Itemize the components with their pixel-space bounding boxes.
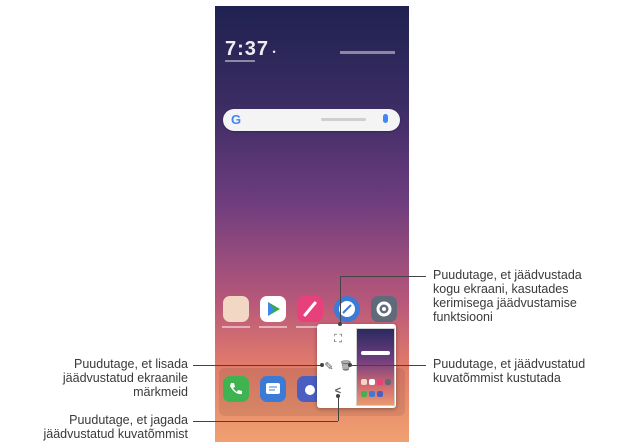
callout-add-marks: Puudutage, et lisada jäädvustatud ekraan… xyxy=(8,357,188,399)
callout-text: Puudutage, et lisada xyxy=(74,357,188,371)
callout-line xyxy=(338,396,339,421)
thumbnail-app-icon xyxy=(369,391,375,397)
callout-text: funktsiooni xyxy=(433,310,493,324)
google-logo-icon: G xyxy=(231,112,242,127)
compass-app-icon[interactable] xyxy=(334,296,360,322)
callout-line xyxy=(193,421,338,422)
thumbnail-app-icon xyxy=(361,391,367,397)
play-store-icon[interactable] xyxy=(260,296,286,322)
app-folder-icon[interactable] xyxy=(223,296,249,322)
clock-time: 7:37 xyxy=(225,38,270,60)
callout-text: jäädvustatud kuvatõmmist xyxy=(43,427,188,441)
google-search-bar[interactable]: G xyxy=(223,109,400,131)
callout-text: kerimisega jäädvustamise xyxy=(433,296,577,310)
callout-line xyxy=(350,365,426,366)
thumbnail-app-icon xyxy=(369,379,375,385)
callout-share: Puudutage, et jagada jäädvustatud kuvatõ… xyxy=(4,413,188,441)
extended-capture-icon[interactable]: ⛶ xyxy=(330,331,346,347)
callout-line xyxy=(340,276,426,277)
callout-dot xyxy=(320,363,324,367)
callout-text: kuvatõmmist kustutada xyxy=(433,371,561,385)
phone-app-icon[interactable] xyxy=(223,376,249,402)
settings-gear-icon[interactable] xyxy=(371,296,397,322)
callout-text: kogu ekraani, kasutades xyxy=(433,282,569,296)
callout-dot xyxy=(348,363,352,367)
pen-app-icon[interactable] xyxy=(297,296,323,322)
callout-line xyxy=(340,276,341,324)
callout-text: Puudutage, et jagada xyxy=(69,413,188,427)
thumbnail-app-icon xyxy=(361,379,367,385)
callout-text: jäädvustatud ekraanile xyxy=(62,371,188,385)
callout-line xyxy=(193,365,321,366)
callout-delete: Puudutage, et jäädvustatud kuvatõmmist k… xyxy=(433,357,585,385)
date-text xyxy=(225,60,255,62)
thumbnail-search-bar xyxy=(361,351,390,355)
mic-icon[interactable] xyxy=(383,114,388,123)
messages-app-icon[interactable] xyxy=(260,376,286,402)
app-label xyxy=(222,326,250,328)
callout-text: märkmeid xyxy=(133,385,188,399)
app-label xyxy=(259,326,287,328)
callout-dot xyxy=(336,394,340,398)
thumbnail-app-icon xyxy=(377,391,383,397)
callout-text: Puudutage, et jäädvustatud xyxy=(433,357,586,371)
clock: 7:37 • xyxy=(225,38,277,60)
callout-text: Puudutage, et jäädvustada xyxy=(433,268,582,282)
thumbnail-app-icon xyxy=(377,379,383,385)
screenshot-thumbnail[interactable] xyxy=(356,328,395,406)
weather-text xyxy=(340,51,395,54)
search-hint xyxy=(321,118,366,121)
callout-capture-full: Puudutage, et jäädvustada kogu ekraani, … xyxy=(433,268,582,324)
thumbnail-app-icon xyxy=(385,379,391,385)
callout-dot xyxy=(338,322,342,326)
